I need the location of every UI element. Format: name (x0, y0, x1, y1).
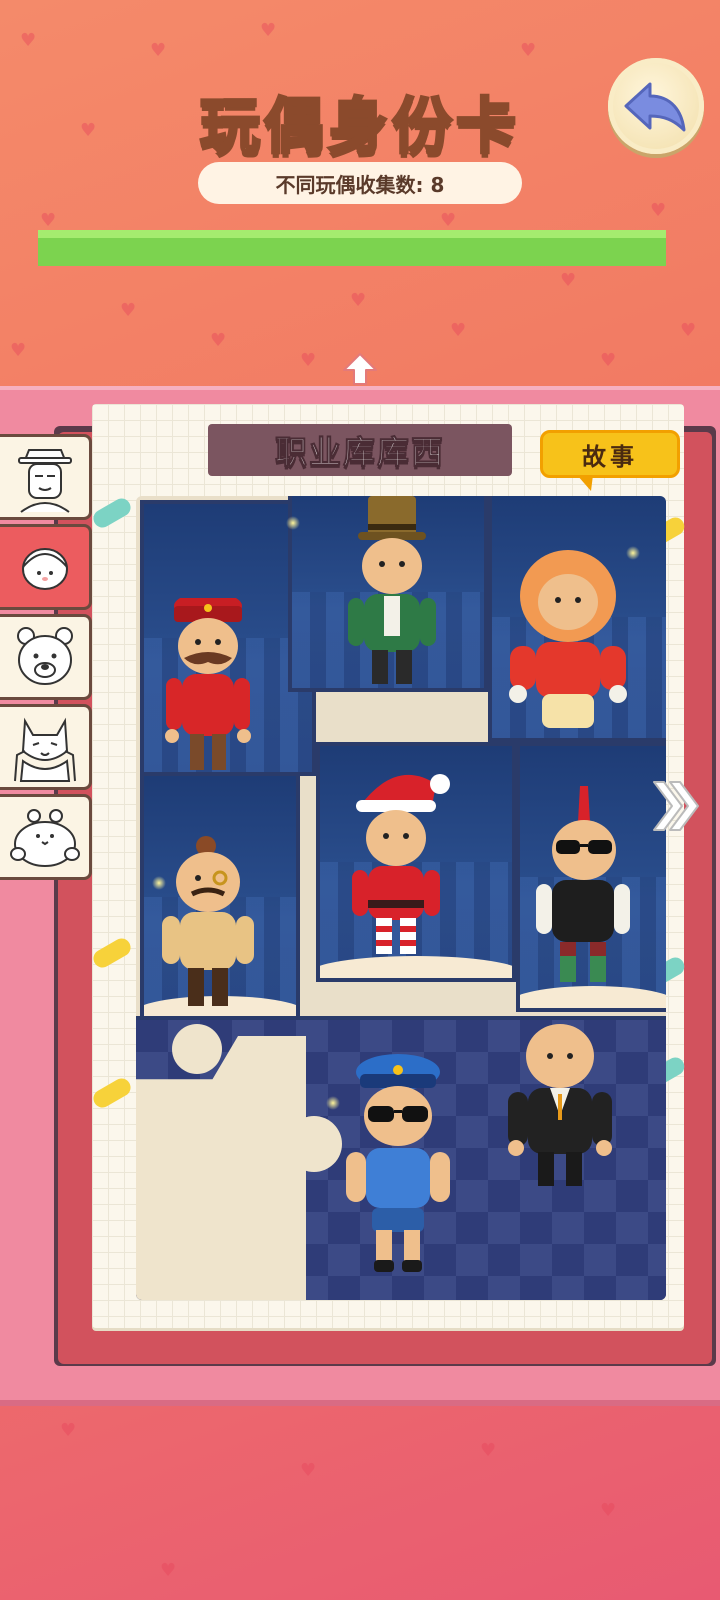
old-man-icon (17, 449, 72, 513)
up-arrow-icon[interactable] (340, 350, 380, 386)
bald-head-icon (21, 548, 68, 590)
cat-icon (13, 717, 76, 782)
doll-businessman[interactable] (494, 1020, 624, 1200)
doll-top-hat-gentleman[interactable] (332, 496, 452, 692)
doll-police[interactable] (332, 1052, 462, 1282)
progress-fill (38, 238, 666, 266)
back-arrow-icon (624, 82, 686, 132)
hamster-icon (9, 809, 80, 867)
title-part2: 身份卡 (327, 91, 520, 164)
back-button[interactable] (608, 58, 704, 154)
doll-name-banner: 职业库库西 (208, 424, 512, 476)
title-part1: 玩偶 (199, 91, 328, 164)
collection-count: 不同玩偶收集数: 8 (198, 162, 522, 204)
tab-old-man[interactable] (0, 434, 92, 520)
doll-punk[interactable] (518, 786, 648, 1006)
story-button[interactable]: 故事 (540, 430, 680, 491)
tab-cat[interactable] (0, 704, 92, 790)
puzzle-knob (172, 1024, 222, 1074)
tab-polar-bear[interactable] (0, 614, 92, 700)
collection-progress-bar (38, 230, 666, 266)
doll-santa[interactable] (336, 764, 456, 974)
next-page-icon[interactable] (650, 776, 702, 836)
doll-puzzle-grid (136, 496, 666, 1300)
doll-astronaut[interactable] (498, 544, 638, 744)
doll-monocle-gentleman[interactable] (148, 836, 268, 1026)
polar-bear-icon (16, 627, 73, 685)
doll-conductor[interactable] (148, 598, 268, 788)
tab-hamster[interactable] (0, 794, 92, 880)
tab-bald-head[interactable] (0, 524, 92, 610)
